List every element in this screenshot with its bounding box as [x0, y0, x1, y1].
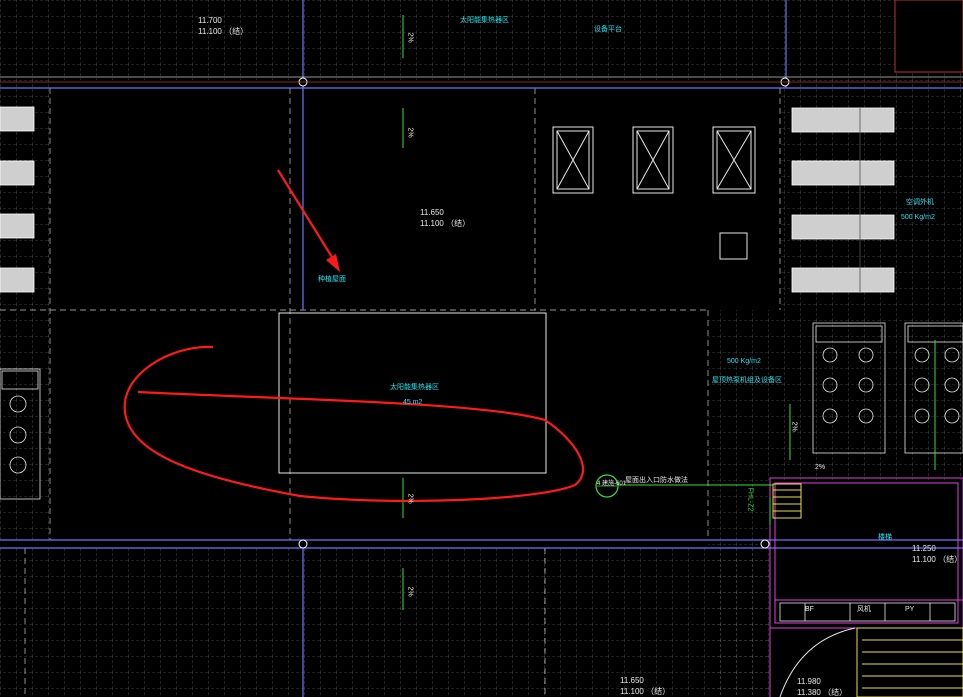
elevation-room-2: 11.100 （结）	[912, 555, 963, 564]
elevation-top-2: 11.100 （结）	[198, 27, 249, 36]
elevation-mid-2: 11.100 （结）	[420, 219, 471, 228]
slope-label-center: 2%	[406, 493, 414, 504]
elevation-corner-2: 11.380 （结）	[797, 688, 848, 697]
top-right-block	[894, 0, 963, 73]
tag-bf: BF	[805, 606, 814, 613]
elevation-mid-1: 11.650	[420, 208, 444, 217]
slope-label-top: 2%	[406, 32, 414, 43]
elevation-bottom-1: 11.650	[620, 676, 644, 685]
ac-outdoor-unit-label: 空调外机	[906, 199, 934, 206]
roof-zone-upper	[50, 88, 780, 310]
elevation-bottom-2: 11.100 （结）	[620, 687, 671, 696]
cad-drawing-canvas[interactable]	[0, 0, 963, 697]
drain-tag: FHL-Z2	[746, 487, 754, 512]
planted-roof-label: 种植屋面	[318, 276, 346, 283]
tag-fan: 风机	[857, 606, 871, 613]
roof-zone-middle	[50, 310, 708, 540]
slope-label-right-2: 2%	[815, 464, 826, 471]
slope-label-right-1: 2%	[790, 421, 798, 432]
solar-zone-label-top: 太阳能集热器区	[460, 17, 509, 24]
elevation-top-1: 11.700	[198, 16, 222, 25]
ac-load-label: 500 Kg/m2	[901, 214, 935, 221]
slope-label-mid: 2%	[406, 127, 414, 138]
tag-py: PY	[905, 606, 915, 613]
load-label-right: 500 Kg/m2	[727, 358, 761, 365]
stair-room-name: 楼梯	[878, 534, 892, 541]
elevation-corner-1: 11.980	[797, 677, 821, 686]
detail-callout-ref: 4 建施-601	[597, 481, 627, 487]
roof-access-waterproof-note: 屋面出入口防水做法	[625, 477, 688, 484]
yellow-stair	[772, 483, 963, 697]
solar-zone-label-center: 太阳能集热器区	[390, 384, 439, 391]
equipment-platform-label: 设备平台	[594, 26, 622, 33]
slope-label-bottom: 2%	[406, 586, 414, 597]
elevation-room-1: 11.250	[912, 544, 936, 553]
solar-zone-area: 45 m2	[403, 399, 423, 406]
heat-pump-zone-label: 屋顶热泵机组及设备区	[712, 377, 782, 384]
